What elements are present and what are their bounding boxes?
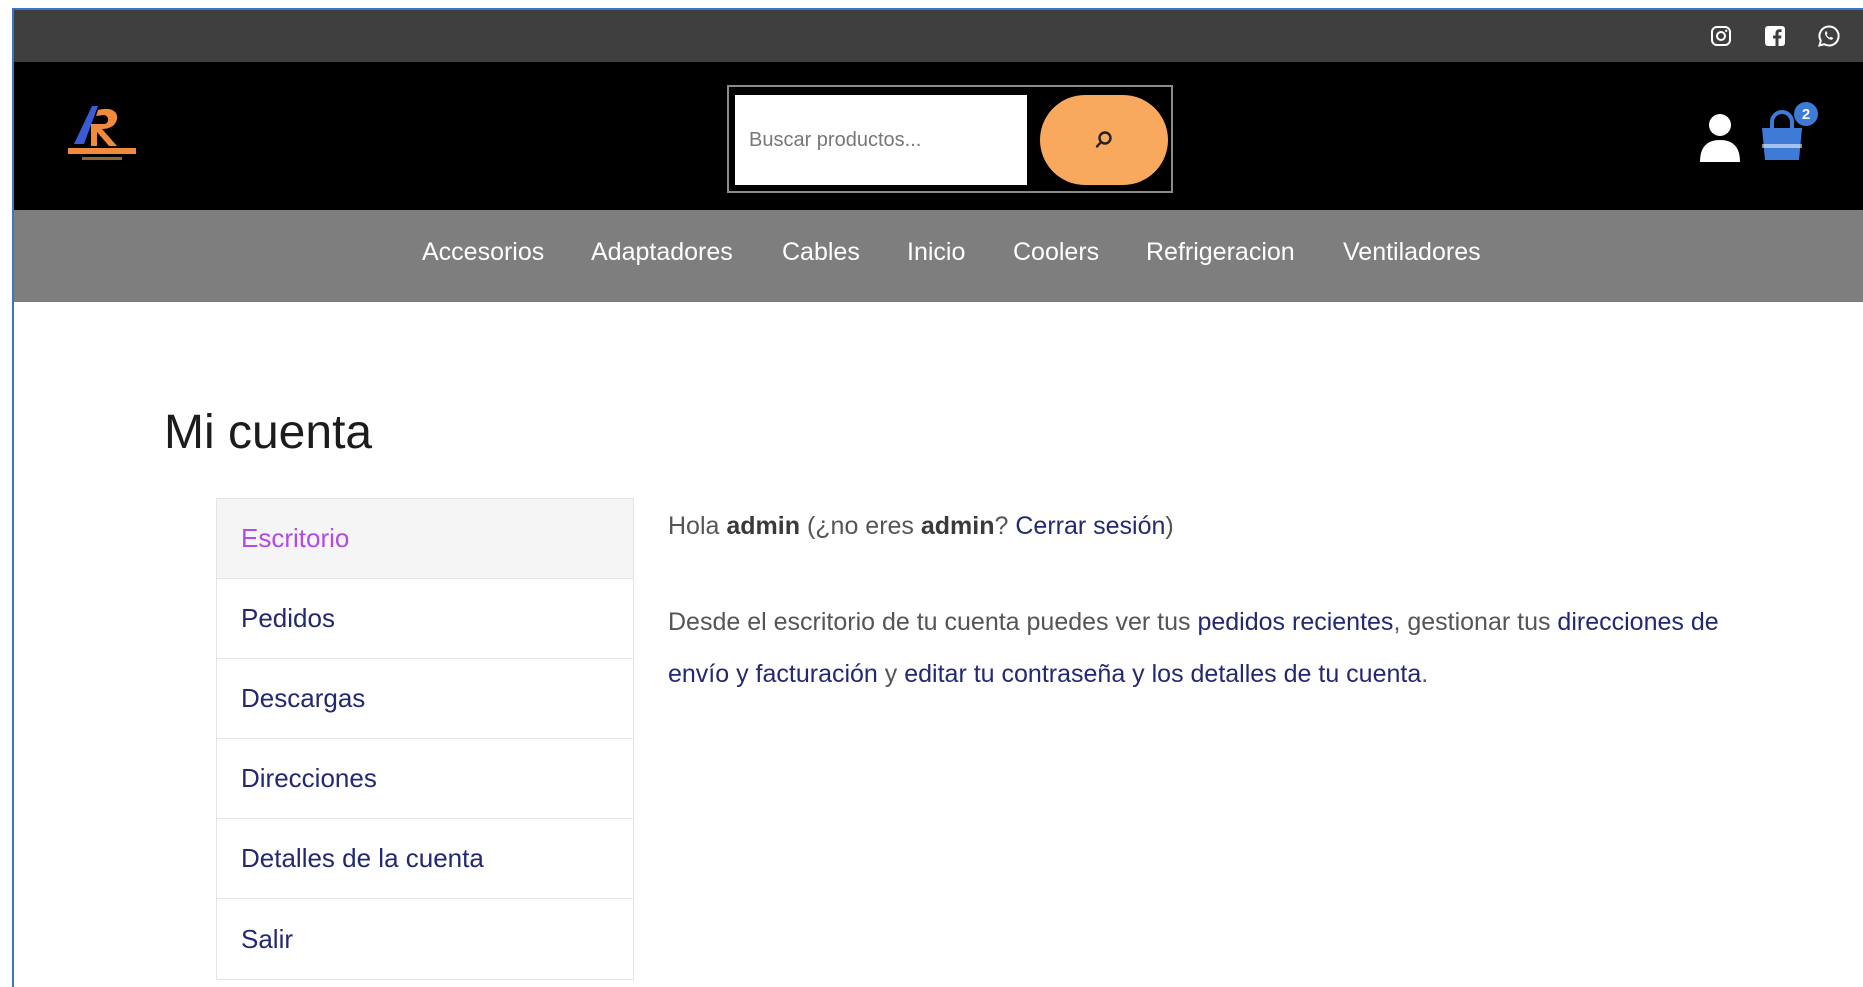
desc-text-4: . — [1421, 660, 1429, 688]
greeting-mid: (¿no eres — [800, 512, 921, 540]
search-icon — [1095, 131, 1112, 148]
instagram-icon[interactable] — [1709, 24, 1733, 48]
account-nav-detalles-cuenta[interactable]: Detalles de la cuenta — [217, 819, 633, 899]
greeting-text: Hola admin (¿no eres admin? Cerrar sesió… — [668, 506, 1778, 546]
main-navigation: Accesorios Adaptadores Cables Inicio Coo… — [14, 210, 1863, 302]
top-bar — [14, 10, 1863, 62]
cart-button[interactable]: 2 — [1758, 102, 1818, 164]
site-header: 2 — [14, 62, 1863, 210]
dashboard-description: Desde el escritorio de tu cuenta puedes … — [668, 596, 1778, 700]
store-logo[interactable] — [62, 92, 142, 172]
greeting-suffix: ) — [1165, 512, 1174, 540]
desc-text-1: Desde el escritorio de tu cuenta puedes … — [668, 608, 1198, 636]
nav-item-coolers[interactable]: Coolers — [1013, 238, 1099, 267]
nav-item-cables[interactable]: Cables — [782, 238, 860, 267]
whatsapp-icon[interactable] — [1817, 24, 1841, 48]
user-account-icon[interactable] — [1698, 112, 1742, 162]
account-nav-direcciones[interactable]: Direcciones — [217, 739, 633, 819]
account-nav-salir[interactable]: Salir — [217, 899, 633, 979]
nav-item-refrigeracion[interactable]: Refrigeracion — [1146, 238, 1295, 267]
desc-text-2: , gestionar tus — [1393, 608, 1558, 636]
search-button[interactable] — [1040, 95, 1168, 185]
greeting-prefix: Hola — [668, 512, 727, 540]
search-form — [727, 85, 1173, 193]
account-details-link[interactable]: editar tu contraseña y los detalles de t… — [904, 660, 1421, 688]
account-nav-descargas[interactable]: Descargas — [217, 659, 633, 739]
account-dashboard-content: Hola admin (¿no eres admin? Cerrar sesió… — [668, 506, 1778, 700]
nav-item-adaptadores[interactable]: Adaptadores — [591, 238, 733, 267]
page-title: Mi cuenta — [164, 406, 373, 459]
facebook-icon[interactable] — [1763, 24, 1787, 48]
account-nav-escritorio[interactable]: Escritorio — [217, 499, 633, 579]
social-links — [1709, 24, 1841, 48]
cart-count-badge: 2 — [1794, 102, 1818, 126]
browser-viewport: 2 Accesorios Adaptadores Cables Inicio C… — [12, 8, 1863, 987]
nav-item-inicio[interactable]: Inicio — [907, 238, 965, 267]
account-navigation: Escritorio Pedidos Descargas Direcciones… — [216, 498, 634, 980]
greeting-username-2: admin — [920, 512, 995, 540]
recent-orders-link[interactable]: pedidos recientes — [1197, 608, 1393, 636]
nav-item-ventiladores[interactable]: Ventiladores — [1343, 238, 1481, 267]
greeting-question: ? — [994, 512, 1016, 540]
search-input[interactable] — [735, 95, 1027, 185]
nav-item-accesorios[interactable]: Accesorios — [422, 238, 544, 267]
desc-text-3: y — [877, 660, 905, 688]
account-nav-pedidos[interactable]: Pedidos — [217, 579, 633, 659]
greeting-username: admin — [726, 512, 800, 540]
logout-link[interactable]: Cerrar sesión — [1015, 512, 1165, 540]
